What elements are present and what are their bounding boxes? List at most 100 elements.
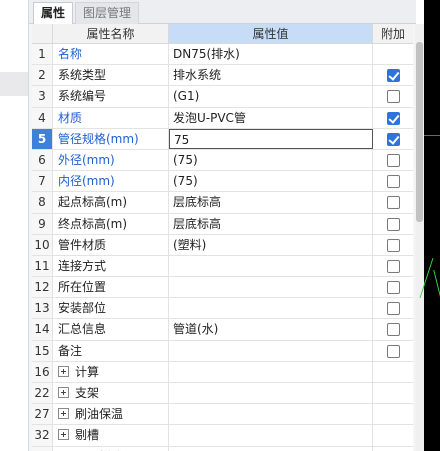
- property-name-label: 系统类型: [58, 68, 107, 83]
- property-row[interactable]: 9 终点标高(m) 层底标高: [32, 213, 413, 235]
- extra-cell: [373, 341, 413, 361]
- extra-cell: [373, 277, 413, 297]
- property-row[interactable]: 12 所在位置: [32, 277, 413, 299]
- property-value[interactable]: (G1): [169, 86, 373, 107]
- properties-panel: 属性 图层管理 属性名称 属性值 附加 1 名称 DN75(排水) 2 系统类型 排水系统…: [28, 0, 416, 451]
- extra-checkbox[interactable]: [387, 153, 400, 167]
- row-number: 7: [32, 171, 53, 192]
- property-value[interactable]: [169, 361, 373, 382]
- drawing-canvas-edge[interactable]: [419, 0, 440, 451]
- row-number: 14: [32, 319, 53, 340]
- extra-checkbox[interactable]: [387, 90, 400, 104]
- row-number: 15: [32, 340, 53, 361]
- property-name-label: 连接方式: [58, 258, 107, 273]
- extra-checkbox[interactable]: [387, 196, 400, 210]
- property-value[interactable]: 管道(水): [169, 319, 373, 340]
- extra-checkbox-checked[interactable]: [387, 69, 400, 83]
- property-row[interactable]: 1 名称 DN75(排水): [32, 44, 413, 66]
- extra-checkbox-checked[interactable]: [387, 132, 400, 146]
- property-name-label: 备注: [58, 343, 83, 358]
- property-row[interactable]: 6 外径(mm) (75): [32, 149, 413, 172]
- property-name: 终点标高(m): [53, 213, 169, 234]
- row-number: 1: [32, 44, 53, 65]
- column-header-extra[interactable]: 附加: [373, 24, 413, 44]
- tab-properties[interactable]: 属性: [33, 2, 73, 24]
- column-header-value[interactable]: 属性值: [169, 24, 373, 44]
- property-value[interactable]: (75): [169, 149, 373, 171]
- property-row[interactable]: 14 汇总信息 管道(水): [32, 319, 413, 341]
- property-value[interactable]: [169, 425, 373, 446]
- property-value[interactable]: [169, 404, 373, 425]
- property-value[interactable]: (塑料): [169, 234, 373, 255]
- property-value[interactable]: [169, 383, 373, 404]
- expand-plus-icon[interactable]: [58, 365, 69, 377]
- property-name-label: 内径(mm): [58, 174, 115, 189]
- property-value[interactable]: 层底标高: [169, 213, 373, 234]
- property-value[interactable]: [169, 340, 373, 361]
- property-row[interactable]: 3 系统编号 (G1): [32, 86, 413, 108]
- property-value[interactable]: DN75(排水): [169, 44, 373, 65]
- expand-plus-icon[interactable]: [58, 429, 69, 441]
- column-header-number: [32, 24, 53, 44]
- column-header-name[interactable]: 属性名称: [53, 24, 169, 44]
- property-row[interactable]: 5 管径规格(mm) 75: [32, 128, 413, 150]
- extra-checkbox[interactable]: [387, 344, 400, 358]
- extra-checkbox[interactable]: [387, 259, 400, 273]
- property-value[interactable]: (75): [169, 171, 373, 192]
- property-name: 材质: [53, 107, 169, 128]
- property-row[interactable]: 2 系统类型 排水系统: [32, 65, 413, 87]
- row-number: 27: [32, 404, 53, 425]
- property-name-label: 汇总信息: [58, 322, 107, 337]
- row-number: 35: [32, 446, 53, 451]
- property-group-row[interactable]: 22 支架: [32, 383, 413, 405]
- property-row[interactable]: 13 安装部位: [32, 298, 413, 320]
- property-name-label: 系统编号: [58, 89, 107, 104]
- expand-plus-icon[interactable]: [58, 387, 69, 398]
- property-group-row[interactable]: 32 剔槽: [32, 425, 413, 447]
- extra-checkbox[interactable]: [387, 238, 400, 252]
- extra-cell: [373, 319, 413, 339]
- property-value[interactable]: [169, 298, 373, 319]
- property-name-label: 安装部位: [58, 301, 107, 316]
- extra-checkbox[interactable]: [387, 281, 400, 295]
- property-group-row[interactable]: 16 计算: [32, 361, 413, 383]
- property-value[interactable]: 发泡U-PVC管: [169, 107, 373, 128]
- extra-checkbox[interactable]: [387, 302, 400, 316]
- property-name: 内径(mm): [53, 171, 169, 192]
- left-panel-strip: [0, 0, 28, 451]
- extra-cell: [373, 298, 413, 318]
- property-value[interactable]: 层底标高: [169, 192, 373, 213]
- row-number: 16: [32, 361, 53, 382]
- extra-checkbox-checked[interactable]: [387, 111, 400, 125]
- extra-cell: [373, 192, 413, 212]
- scrollbar-thumb[interactable]: [416, 42, 423, 222]
- extra-checkbox[interactable]: [387, 323, 400, 337]
- extra-cell: [373, 447, 413, 451]
- property-name: 剔槽: [53, 425, 169, 446]
- property-value[interactable]: [169, 255, 373, 277]
- property-name: 所在位置: [53, 277, 169, 298]
- property-row[interactable]: 8 起点标高(m) 层底标高: [32, 192, 413, 214]
- property-row[interactable]: 4 材质 发泡U-PVC管: [32, 107, 413, 129]
- extra-checkbox[interactable]: [387, 217, 400, 231]
- property-group-row[interactable]: 35显示样式: [32, 446, 413, 451]
- property-name-label: 终点标高(m): [58, 216, 128, 231]
- property-row[interactable]: 7 内径(mm) (75): [32, 171, 413, 193]
- vertical-scrollbar[interactable]: [415, 24, 424, 451]
- property-name: 支架: [53, 383, 169, 404]
- expand-plus-icon[interactable]: [58, 408, 69, 420]
- canvas-blue-line: [424, 135, 440, 136]
- property-row[interactable]: 10 管件材质 (塑料): [32, 234, 413, 256]
- extra-checkbox[interactable]: [387, 175, 400, 189]
- property-value[interactable]: [169, 277, 373, 298]
- extra-cell: [373, 171, 413, 191]
- property-name: 管径规格(mm): [53, 128, 169, 149]
- property-value[interactable]: [169, 446, 373, 451]
- tab-layer-management[interactable]: 图层管理: [75, 2, 139, 24]
- property-row[interactable]: 11 连接方式: [32, 255, 413, 278]
- property-group-row[interactable]: 27 刷油保温: [32, 404, 413, 426]
- property-value[interactable]: 排水系统: [169, 65, 373, 86]
- property-row[interactable]: 15 备注: [32, 340, 413, 362]
- property-value-editor[interactable]: 75: [169, 128, 373, 149]
- row-number: 9: [32, 213, 53, 234]
